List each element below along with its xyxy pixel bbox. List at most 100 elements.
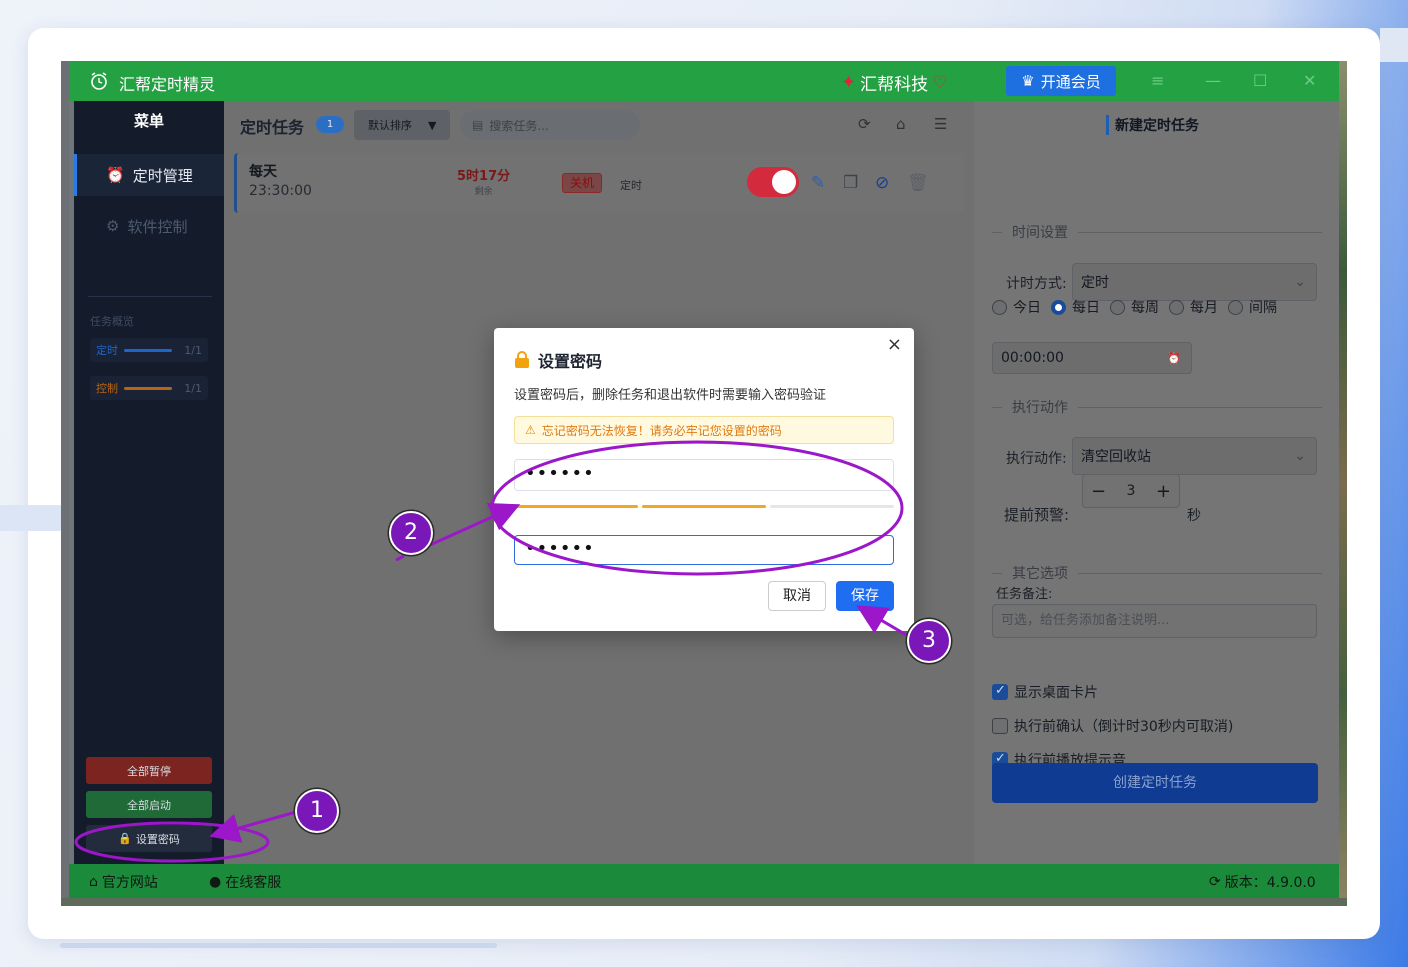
alarm-clock-icon bbox=[91, 72, 107, 90]
search-placeholder: 搜索任务... bbox=[489, 118, 549, 133]
warning-text: 忘记密码无法恢复！请务必牢记您设置的密码 bbox=[541, 423, 782, 438]
brand-mark-icon: ✦ bbox=[841, 72, 857, 93]
list-icon[interactable]: ☰ bbox=[934, 115, 947, 133]
chevron-down-icon: ⌄ bbox=[1294, 448, 1306, 464]
divider bbox=[88, 296, 212, 297]
home-icon: ⌂ bbox=[89, 874, 98, 890]
desktop-wallpaper-edge bbox=[1339, 61, 1347, 906]
overview-row-control: 控制 1/1 bbox=[90, 376, 208, 400]
plus-icon[interactable]: + bbox=[1156, 481, 1171, 502]
password-input[interactable]: •••••• bbox=[514, 459, 894, 491]
radio-today[interactable]: 今日 bbox=[992, 297, 1041, 317]
action-tag: 关机 bbox=[562, 173, 602, 193]
sort-select-label: 默认排序 bbox=[368, 119, 412, 132]
cancel-button[interactable]: 取消 bbox=[768, 581, 826, 611]
pause-all-button[interactable]: 全部暂停 bbox=[86, 757, 212, 784]
overview-row-timer: 定时 1/1 bbox=[90, 338, 208, 362]
sidebar-item-timer-management[interactable]: ⏰ 定时管理 bbox=[74, 154, 224, 196]
overview-bar bbox=[124, 386, 172, 390]
radio-interval[interactable]: 间隔 bbox=[1228, 297, 1277, 317]
refresh-icon[interactable]: ⟳ bbox=[858, 115, 871, 133]
start-all-button[interactable]: 全部启动 bbox=[86, 791, 212, 818]
checkbox-label: 执行前确认（倒计时30秒内可取消) bbox=[1014, 719, 1234, 735]
confirm-password-input[interactable]: •••••• bbox=[514, 535, 894, 565]
set-password-dialog: × 设置密码 设置密码后，删除任务和退出软件时需要输入密码验证 ⚠ 忘记密码无法… bbox=[494, 328, 914, 631]
checkbox-box bbox=[992, 683, 1008, 700]
frequency-radio-group: 今日 每日 每周 每月 间隔 bbox=[992, 297, 1277, 317]
note-input[interactable]: 可选，给任务添加备注说明... bbox=[992, 604, 1317, 638]
checkbox-box bbox=[992, 718, 1008, 734]
note-label: 任务备注: bbox=[996, 587, 1053, 602]
crown-icon: ♛ bbox=[1021, 72, 1035, 90]
trash-icon[interactable]: 🗑 bbox=[907, 173, 929, 193]
radio-label: 每月 bbox=[1190, 300, 1218, 316]
window-edge bbox=[61, 61, 69, 906]
close-icon[interactable]: × bbox=[887, 334, 902, 355]
time-picker-input[interactable]: 00:00:00 ⏰ bbox=[992, 342, 1192, 374]
dialog-title: 设置密码 bbox=[514, 348, 602, 372]
type-tag: 定时 bbox=[620, 179, 642, 192]
strength-segment bbox=[514, 505, 638, 508]
version-info: ⟳ 版本：4.9.0.0 bbox=[1209, 872, 1316, 892]
alarm-clock-icon: ⏰ bbox=[106, 166, 125, 184]
home-icon[interactable]: ⌂ bbox=[896, 115, 906, 133]
task-card[interactable]: 每天 23:30:00 5时17分 剩余 关机 定时 ✎ ❐ ⊘ 🗑 bbox=[234, 153, 964, 213]
refresh-icon: ⟳ bbox=[1209, 874, 1221, 890]
action-select[interactable]: 清空回收站 ⌄ bbox=[1072, 437, 1317, 475]
overview-value: 1/1 bbox=[184, 381, 202, 395]
timing-mode-select[interactable]: 定时 ⌄ bbox=[1072, 263, 1317, 301]
radio-daily[interactable]: 每日 bbox=[1051, 297, 1100, 317]
task-frequency: 每天 bbox=[249, 164, 277, 180]
sidebar: 菜单 ⏰ 定时管理 ⚙ 软件控制 任务概览 定时 1/1 控制 1/1 全部暂停 bbox=[74, 101, 224, 864]
set-password-button[interactable]: 🔒 设置密码 bbox=[86, 825, 212, 852]
sort-select[interactable]: 默认排序 ▼ bbox=[354, 110, 450, 140]
dialog-title-text: 设置密码 bbox=[538, 352, 603, 371]
vip-button[interactable]: ♛ 开通会员 bbox=[1006, 66, 1116, 96]
radio-monthly[interactable]: 每月 bbox=[1169, 297, 1218, 317]
minimize-icon[interactable]: — bbox=[1205, 71, 1221, 90]
task-time: 23:30:00 bbox=[249, 183, 312, 199]
strength-segment bbox=[642, 505, 766, 508]
copy-icon[interactable]: ❐ bbox=[843, 173, 858, 193]
support-link[interactable]: ● 在线客服 bbox=[209, 872, 281, 892]
brand-logo: ✦ 汇帮科技 ♡ bbox=[841, 70, 947, 95]
warning-icon: ⚠ bbox=[525, 423, 536, 437]
sidebar-item-software-control[interactable]: ⚙ 软件控制 bbox=[74, 205, 224, 247]
radio-label: 每日 bbox=[1072, 300, 1100, 316]
close-icon[interactable]: ✕ bbox=[1303, 71, 1316, 90]
search-input[interactable]: ▤ 搜索任务... bbox=[460, 110, 640, 140]
disable-icon[interactable]: ⊘ bbox=[875, 173, 889, 193]
radio-label: 间隔 bbox=[1249, 300, 1277, 316]
maximize-icon[interactable]: ☐ bbox=[1253, 71, 1267, 90]
minus-icon[interactable]: − bbox=[1091, 481, 1106, 502]
warning-stepper[interactable]: − 3 + bbox=[1082, 474, 1180, 508]
task-enable-toggle[interactable] bbox=[747, 167, 799, 197]
caret-down-icon: ▼ bbox=[428, 118, 437, 132]
time-value: 00:00:00 bbox=[1001, 350, 1064, 366]
checkbox-confirm-before-run[interactable]: 执行前确认（倒计时30秒内可取消) bbox=[992, 716, 1233, 736]
status-bar: ⌂ 官方网站 ● 在线客服 ⟳ 版本：4.9.0.0 bbox=[69, 864, 1339, 898]
warning-value: 3 bbox=[1126, 483, 1136, 499]
checkbox-show-desktop-card[interactable]: 显示桌面卡片 bbox=[992, 682, 1098, 702]
radio-weekly[interactable]: 每周 bbox=[1110, 297, 1159, 317]
search-icon: ▤ bbox=[472, 118, 484, 132]
edit-icon[interactable]: ✎ bbox=[811, 173, 825, 193]
task-remaining-label: 剩余 bbox=[474, 187, 493, 197]
lock-icon bbox=[515, 351, 529, 368]
overview-value: 1/1 bbox=[184, 343, 202, 357]
window-bottom-edge bbox=[61, 898, 1347, 906]
new-task-panel: 新建定时任务 时间设置 计时方式: 定时 ⌄ 今日 每日 每周 每月 间隔 00… bbox=[974, 101, 1339, 864]
brand-name: 汇帮科技 bbox=[860, 75, 929, 95]
password-strength-meter bbox=[514, 505, 894, 508]
warning-label: 提前预警: bbox=[1004, 506, 1070, 524]
strength-segment bbox=[770, 505, 894, 508]
support-label: 在线客服 bbox=[225, 875, 282, 891]
warning-banner: ⚠ 忘记密码无法恢复！请务必牢记您设置的密码 bbox=[514, 416, 894, 444]
website-link[interactable]: ⌂ 官方网站 bbox=[89, 872, 158, 892]
section-other: 其它选项 bbox=[992, 563, 1322, 583]
save-button[interactable]: 保存 bbox=[836, 581, 894, 611]
create-task-button[interactable]: 创建定时任务 bbox=[992, 763, 1318, 803]
task-remaining-value: 5时17分 bbox=[457, 169, 511, 184]
menu-icon[interactable]: ≡ bbox=[1151, 71, 1164, 90]
section-label: 执行动作 bbox=[1012, 400, 1068, 416]
